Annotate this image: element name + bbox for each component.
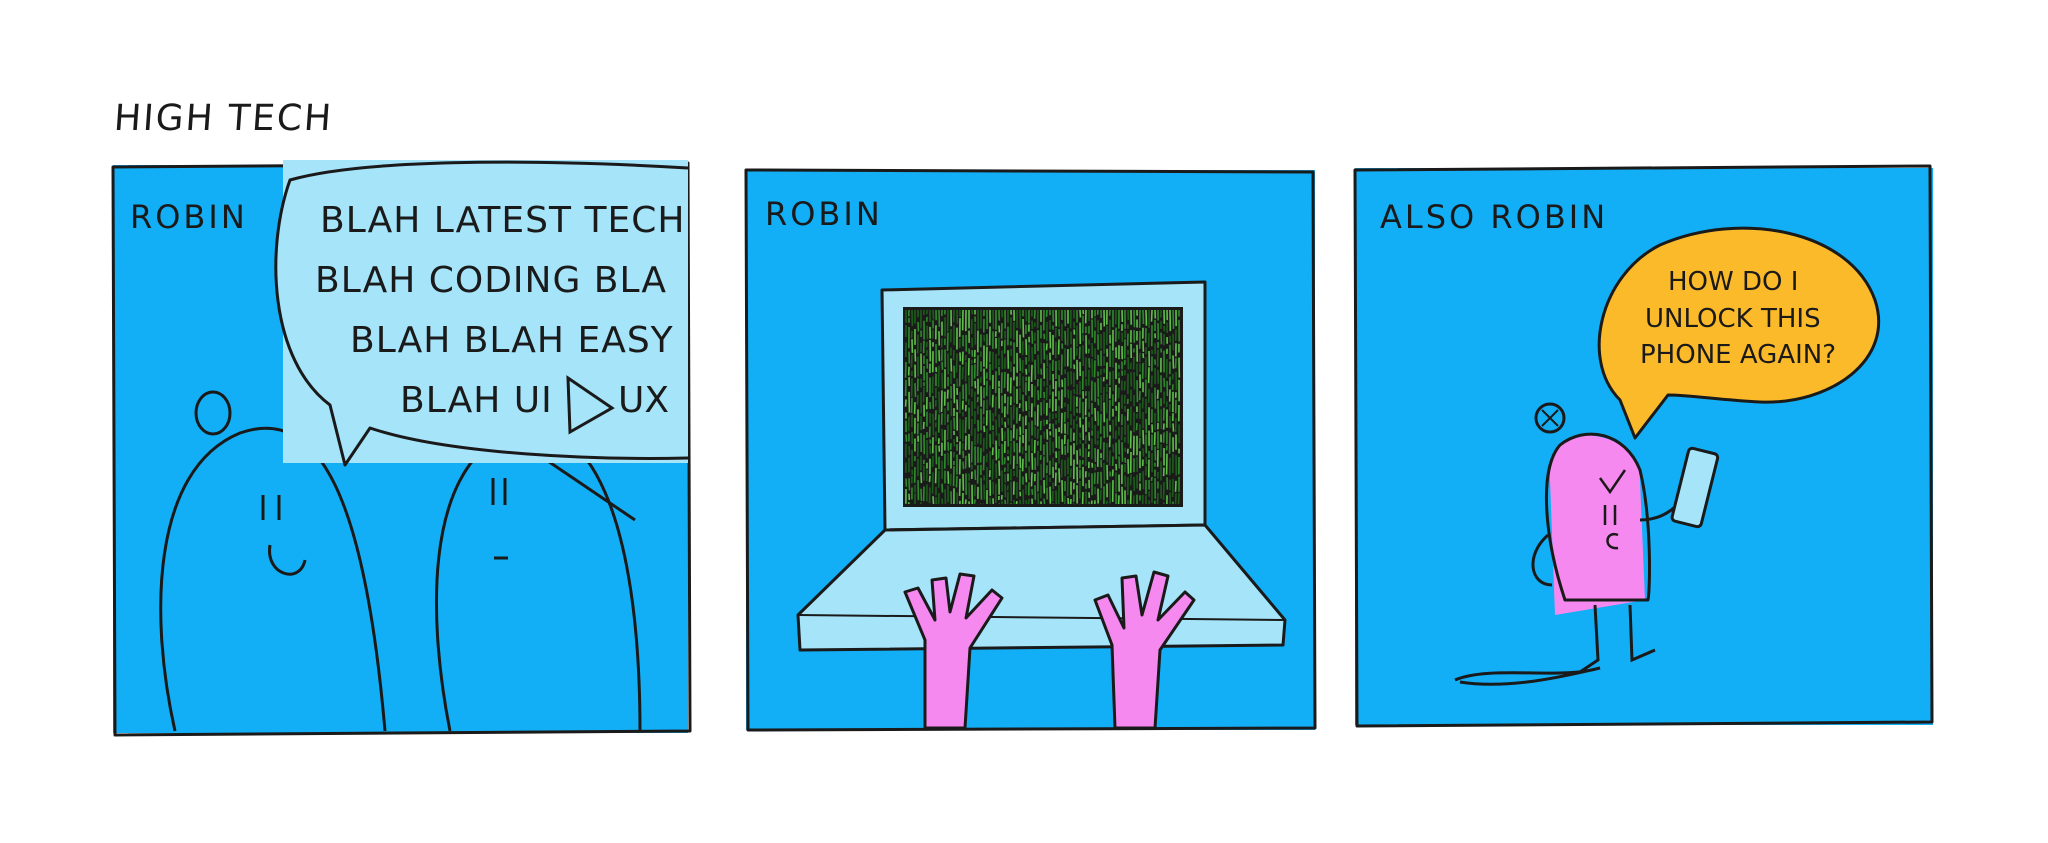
- speech-bubble-3-line-3: PHONE AGAIN?: [1640, 340, 1836, 370]
- panel-1-caption: ROBIN: [130, 198, 248, 236]
- speech-bubble-3-line-1: HOW DO I: [1668, 267, 1798, 297]
- panel-3: ALSO ROBIN HOW DO I UNLOCK THIS PHONE AG…: [1353, 164, 1934, 728]
- panel-1: ROBIN BLAH LATEST TECH BLAH CODING BLA B…: [111, 160, 692, 737]
- panel-3-caption: ALSO ROBIN: [1380, 198, 1608, 236]
- speech-bubble-1-line-3: BLAH BLAH EASY: [350, 320, 674, 361]
- laptop-keyboard-base: [796, 523, 1287, 652]
- character-phone-user-body-fill: [1549, 435, 1645, 615]
- speech-bubble-1-line-4: BLAH UI: [400, 380, 553, 421]
- speech-bubble-3-line-2: UNLOCK THIS: [1645, 304, 1821, 334]
- panel-3-background: [1355, 168, 1933, 725]
- speech-bubble-1: BLAH LATEST TECH BLAH CODING BLA BLAH BL…: [274, 160, 689, 467]
- speech-bubble-1-line-2: BLAH CODING BLA: [315, 260, 667, 301]
- speech-bubble-1-line-1: BLAH LATEST TECH: [320, 200, 685, 241]
- speech-bubble-1-line-5: UX: [618, 380, 669, 421]
- panel-2: ROBIN: [744, 168, 1317, 732]
- comic-strip: ROBIN BLAH LATEST TECH BLAH CODING BLA B…: [111, 160, 1934, 737]
- panel-2-caption: ROBIN: [765, 195, 883, 233]
